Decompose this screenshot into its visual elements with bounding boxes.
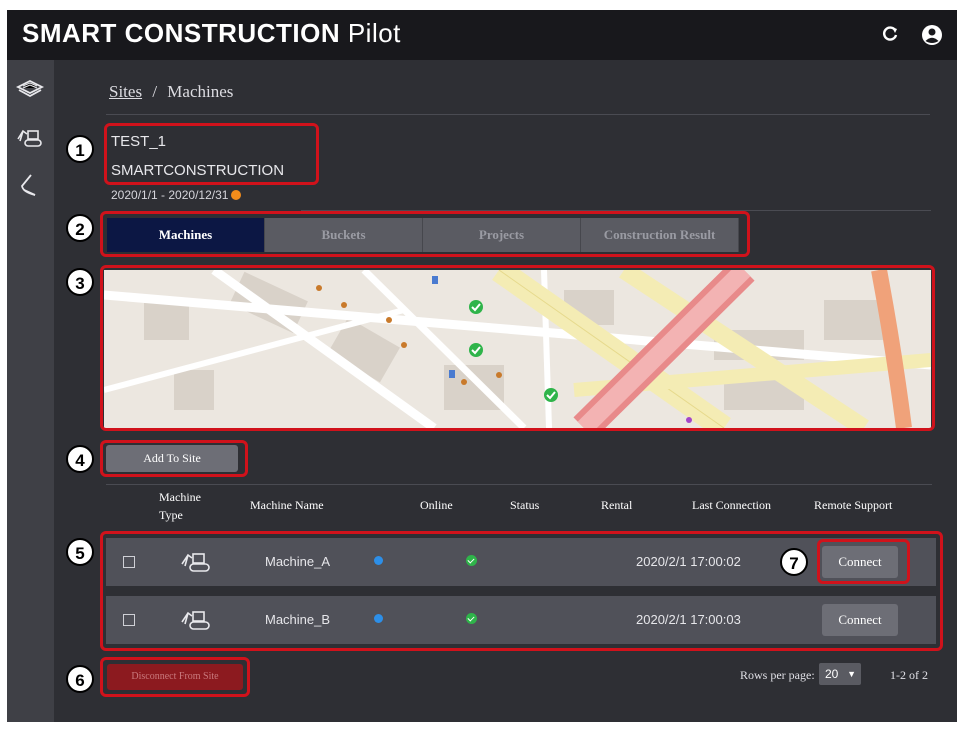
callout-7: 7 (780, 548, 808, 576)
callout-box-3 (100, 265, 935, 431)
app-frame: SMART CONSTRUCTION Pilot Sites / Machine… (7, 10, 957, 722)
divider (106, 114, 930, 115)
rows-per-page-select[interactable]: 20 ▼ (819, 663, 861, 685)
callout-5: 5 (66, 538, 94, 566)
app-title-pilot: Pilot (347, 18, 401, 48)
bucket-icon[interactable] (15, 172, 45, 198)
callout-box-1 (104, 123, 319, 185)
callout-box-6 (100, 657, 250, 697)
site-status-dot (231, 190, 242, 200)
breadcrumb: Sites / Machines (109, 82, 233, 102)
top-bar: SMART CONSTRUCTION Pilot (7, 10, 957, 60)
callout-4: 4 (66, 445, 94, 473)
header-machine-type-1: Machine (159, 490, 201, 504)
refresh-icon[interactable] (879, 24, 901, 46)
header-rental: Rental (601, 498, 633, 512)
header-remote-support: Remote Support (814, 498, 893, 512)
header-machine-type-2: Type (159, 508, 183, 522)
breadcrumb-machines: Machines (167, 82, 234, 101)
header-online: Online (420, 498, 453, 512)
header-machine-name: Machine Name (250, 498, 324, 512)
header-status: Status (510, 498, 540, 512)
rows-per-page-value: 20 (825, 667, 839, 681)
machine-icon[interactable] (15, 125, 45, 151)
callout-6: 6 (66, 665, 94, 693)
account-icon[interactable] (921, 24, 943, 46)
callout-box-7 (817, 539, 910, 584)
callout-box-2 (100, 211, 750, 257)
breadcrumb-sites[interactable]: Sites (109, 82, 142, 101)
header-last-connection: Last Connection (692, 498, 771, 512)
pagination-range: 1-2 of 2 (890, 668, 928, 682)
breadcrumb-separator: / (152, 82, 158, 101)
app-title-bold: SMART CONSTRUCTION (22, 18, 341, 48)
sidebar (7, 60, 54, 722)
main-content: Sites / Machines TEST_1 SMARTCONSTRUCTIO… (54, 60, 957, 722)
site-date-range: 2020/1/1 - 2020/12/31 (111, 188, 229, 202)
callout-2: 2 (66, 214, 94, 242)
chevron-down-icon: ▼ (847, 669, 856, 679)
app-title: SMART CONSTRUCTION Pilot (22, 18, 401, 49)
site-dates: 2020/1/1 - 2020/12/31 (111, 188, 242, 202)
callout-box-4 (100, 440, 248, 477)
callout-3: 3 (66, 268, 94, 296)
rows-per-page-label: Rows per page: (740, 668, 815, 682)
layers-icon[interactable] (15, 78, 45, 104)
divider (106, 484, 932, 485)
callout-1: 1 (66, 135, 94, 163)
